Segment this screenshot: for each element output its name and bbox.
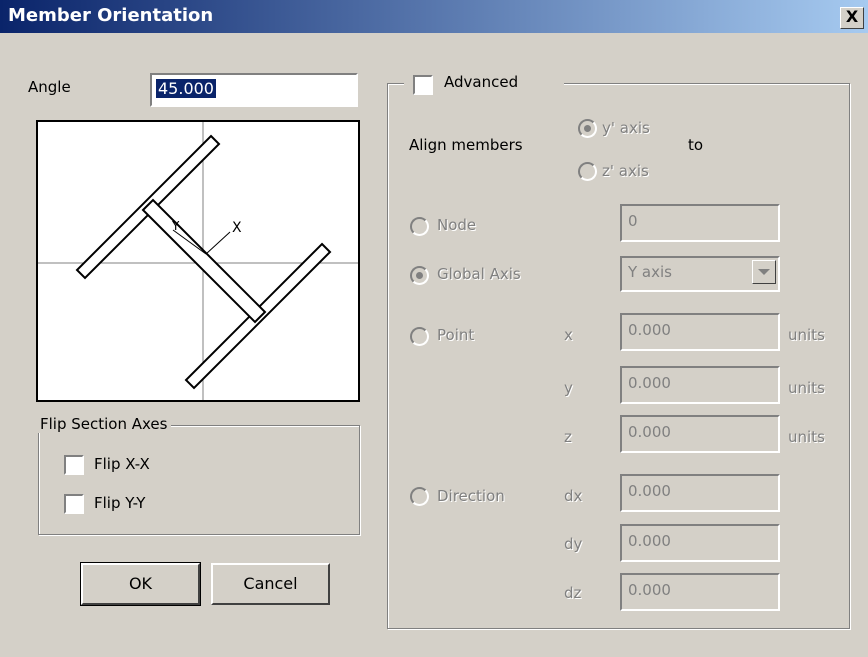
- node-label: Node: [437, 216, 477, 234]
- point-label: Point: [437, 326, 475, 344]
- direction-label: Direction: [437, 487, 505, 505]
- flip-yy-checkbox[interactable]: [64, 494, 84, 514]
- section-drawing: X Y: [38, 122, 358, 400]
- point-y-units: units: [788, 379, 825, 397]
- point-x-input[interactable]: 0.000: [620, 313, 780, 351]
- web: [141, 198, 267, 324]
- cancel-button[interactable]: Cancel: [211, 563, 330, 605]
- point-z-input[interactable]: 0.000: [620, 415, 780, 453]
- align-y-radio[interactable]: [578, 119, 597, 138]
- close-icon: X: [845, 7, 859, 26]
- local-x-axis: [205, 231, 231, 255]
- ok-button[interactable]: OK: [80, 562, 201, 606]
- align-z-label: z' axis: [602, 162, 649, 180]
- point-x-units: units: [788, 326, 825, 344]
- direction-dx-label: dx: [564, 487, 583, 505]
- angle-value: 45.000: [156, 79, 216, 98]
- preview-x-label: X: [232, 220, 242, 236]
- align-to-label: to: [688, 136, 704, 154]
- angle-input[interactable]: 45.000: [150, 73, 358, 107]
- flip-group: [38, 425, 360, 535]
- global-axis-select[interactable]: Y axis: [620, 256, 780, 292]
- flip-group-title: Flip Section Axes: [36, 415, 172, 433]
- angle-label: Angle: [28, 78, 71, 96]
- align-y-label: y' axis: [602, 119, 650, 137]
- flip-yy-label: Flip Y-Y: [94, 494, 146, 512]
- direction-dx-input[interactable]: 0.000: [620, 474, 780, 512]
- window-title: Member Orientation: [8, 5, 214, 26]
- advanced-checkbox[interactable]: [413, 75, 433, 95]
- point-y-input[interactable]: 0.000: [620, 366, 780, 404]
- point-z-label: z: [564, 428, 572, 446]
- flip-xx-checkbox[interactable]: [64, 455, 84, 475]
- section-preview: X Y: [36, 120, 360, 402]
- align-members-label: Align members: [409, 136, 523, 154]
- preview-y-label: Y: [171, 219, 180, 233]
- point-z-units: units: [788, 428, 825, 446]
- global-axis-label: Global Axis: [437, 265, 521, 283]
- advanced-label: Advanced: [444, 73, 519, 91]
- direction-dz-input[interactable]: 0.000: [620, 573, 780, 611]
- close-button[interactable]: X: [840, 7, 864, 29]
- direction-radio[interactable]: [410, 487, 429, 506]
- align-z-radio[interactable]: [578, 162, 597, 181]
- global-axis-radio[interactable]: [410, 266, 429, 285]
- chevron-down-icon[interactable]: [752, 260, 776, 284]
- point-y-label: y: [564, 379, 573, 397]
- direction-dy-input[interactable]: 0.000: [620, 524, 780, 562]
- point-radio[interactable]: [410, 327, 429, 346]
- point-x-label: x: [564, 326, 573, 344]
- node-input[interactable]: 0: [620, 204, 780, 242]
- node-radio[interactable]: [410, 217, 429, 236]
- flip-xx-label: Flip X-X: [94, 455, 150, 473]
- direction-dz-label: dz: [564, 584, 582, 602]
- direction-dy-label: dy: [564, 535, 583, 553]
